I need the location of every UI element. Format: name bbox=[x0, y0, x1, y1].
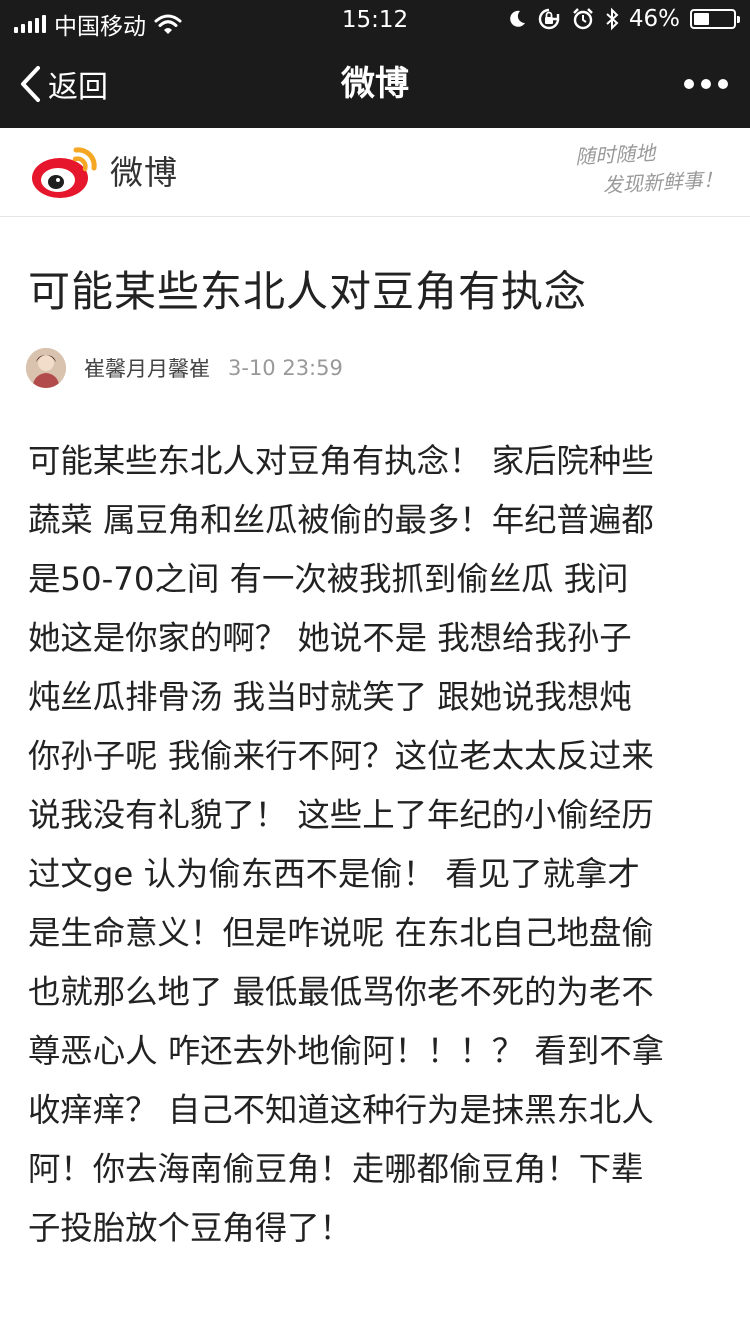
article-body: 可能某些东北人对豆角有执念！ 家后院种些 蔬菜 属豆角和丝瓜被偷的最多！年纪普遍都… bbox=[28, 432, 728, 1258]
article-body-line: 过文ge 认为偷东西不是偷！ 看见了就拿才 bbox=[28, 855, 640, 893]
battery-percent: 46% bbox=[628, 6, 680, 32]
battery-fill bbox=[694, 13, 710, 25]
article-body-line: 蔬菜 属豆角和丝瓜被偷的最多！年纪普遍都 bbox=[28, 501, 654, 539]
article-body-line: 尊恶心人 咋还去外地偷阿！！！？ 看到不拿 bbox=[28, 1032, 665, 1070]
slogan: 随时随地 发现新鲜事！ bbox=[575, 134, 724, 202]
brand-name: 微博 bbox=[110, 153, 178, 192]
article-body-line: 可能某些东北人对豆角有执念！ 家后院种些 bbox=[28, 442, 654, 480]
author-name[interactable]: 崔馨月月馨崔 bbox=[84, 353, 210, 383]
article-body-line: 你孙子呢 我偷来行不阿？这位老太太反过来 bbox=[28, 737, 654, 775]
status-bar: 中国移动 15:12 46% bbox=[0, 0, 750, 40]
nav-title: 微博 bbox=[341, 64, 409, 104]
bluetooth-icon bbox=[606, 7, 619, 31]
article-title: 可能某些东北人对豆角有执念 bbox=[28, 267, 588, 316]
article-body-line: 也就那么地了 最低最低骂你老不死的为老不 bbox=[28, 973, 654, 1011]
article-body-line: 说我没有礼貌了！ 这些上了年纪的小偷经历 bbox=[28, 796, 654, 834]
orientation-lock-icon bbox=[538, 8, 560, 30]
article-body-line: 炖丝瓜排骨汤 我当时就笑了 跟她说我想炖 bbox=[28, 678, 632, 716]
article-body-line: 是生命意义！但是咋说呢 在东北自己地盘偷 bbox=[28, 914, 654, 952]
avatar-image bbox=[26, 348, 66, 388]
more-icon[interactable] bbox=[684, 40, 728, 128]
status-right: 46% bbox=[507, 6, 740, 32]
article-body-line: 子投胎放个豆角得了！ bbox=[28, 1209, 352, 1247]
brand-banner: 微博 随时随地 发现新鲜事！ bbox=[0, 128, 750, 217]
post-time: 3-10 23:59 bbox=[228, 356, 343, 380]
article-body-line: 她这是你家的啊？ 她说不是 我想给我孙子 bbox=[28, 619, 632, 657]
author-row: 崔馨月月馨崔 3-10 23:59 bbox=[26, 348, 343, 388]
battery-icon bbox=[690, 9, 740, 29]
article-body-line: 是50-70之间 有一次被我抓到偷丝瓜 我问 bbox=[28, 560, 629, 598]
article-body-line: 阿！你去海南偷豆角！走哪都偷豆角！下辈 bbox=[28, 1150, 644, 1188]
weibo-logo-icon bbox=[32, 147, 97, 198]
page: 中国移动 15:12 46% 返回 微博 微博 随时随地 发现新鲜事！ 可能某些… bbox=[0, 0, 750, 1334]
moon-icon bbox=[510, 10, 525, 27]
slogan-line-1: 随时随地 bbox=[574, 140, 656, 169]
nav-bar: 返回 微博 bbox=[0, 40, 750, 128]
alarm-icon bbox=[573, 8, 593, 30]
weibo-logo[interactable]: 微博 bbox=[30, 138, 178, 202]
article-body-line: 收痒痒？ 自己不知道这种行为是抹黑东北人 bbox=[28, 1091, 654, 1129]
avatar[interactable] bbox=[26, 348, 66, 388]
